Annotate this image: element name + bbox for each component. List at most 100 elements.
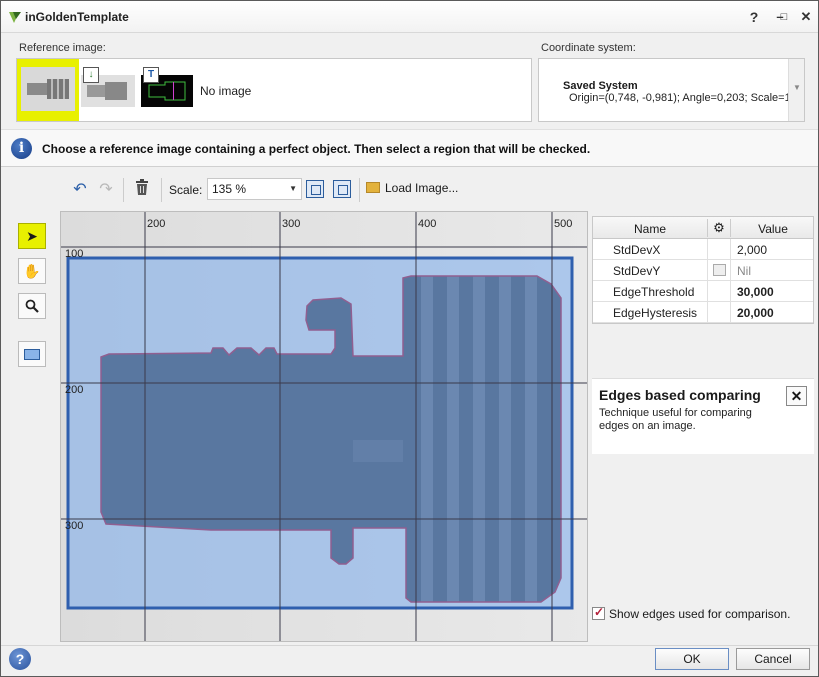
coordinate-dropdown-button[interactable]: ▼	[788, 59, 804, 121]
footer-divider	[1, 645, 818, 646]
ok-button[interactable]: OK	[655, 648, 729, 670]
property-grid: Name ⚙ Value StdDevX 2,000 StdDevY Nil E…	[592, 216, 814, 324]
scale-value: 135 %	[212, 182, 247, 196]
rectangle-tool-button[interactable]	[18, 341, 46, 367]
table-row[interactable]: EdgeThreshold 30,000	[593, 281, 813, 302]
close-window-button[interactable]: ✕	[795, 7, 817, 27]
property-value[interactable]: Nil	[737, 264, 751, 278]
coordinate-system-detail: Origin=(0,748, -0,981); Angle=0,203; Sca…	[569, 92, 791, 104]
reference-thumbnail-3[interactable]: T	[141, 59, 193, 121]
ruler-y-label: 200	[65, 384, 83, 396]
help-icon: ?	[15, 651, 25, 667]
maximize-icon: □	[780, 11, 788, 23]
show-edges-checkbox[interactable]: Show edges used for comparison.	[592, 605, 791, 621]
close-icon: ✕	[790, 388, 803, 404]
folder-icon	[366, 182, 380, 193]
selection-region[interactable]	[66, 256, 574, 610]
coordinate-system-label: Coordinate system:	[541, 42, 636, 54]
checkbox-checked-icon[interactable]	[592, 605, 605, 620]
zoom-tool-button[interactable]	[18, 293, 46, 319]
toolbar-separator	[123, 178, 124, 202]
load-image-label: Load Image...	[385, 181, 459, 195]
ruler-x-label: 200	[147, 218, 165, 230]
property-check-cell	[707, 239, 731, 259]
load-image-button[interactable]: Load Image...	[366, 181, 458, 195]
image-canvas[interactable]: 200 300 400 500 100 200 300	[60, 211, 588, 642]
zoom-actual-button[interactable]	[333, 180, 351, 198]
app-logo-icon	[9, 12, 21, 23]
zoom-fit-button[interactable]	[306, 180, 324, 198]
info-icon: i	[11, 138, 32, 159]
property-check-cell	[707, 302, 731, 322]
undo-button[interactable]: ↶	[69, 179, 91, 201]
reference-image-panel: ↓ T No image	[16, 58, 532, 122]
ruler-x-label: 500	[554, 218, 572, 230]
cancel-button[interactable]: Cancel	[736, 648, 810, 670]
property-name: StdDevY	[613, 264, 661, 278]
ruler-y-label: 100	[65, 248, 83, 260]
chevron-down-icon: ▼	[793, 83, 801, 92]
column-header-name[interactable]: Name	[593, 222, 707, 236]
property-name: StdDevX	[613, 243, 661, 257]
property-name: EdgeThreshold	[613, 285, 695, 299]
scale-label: Scale:	[169, 183, 203, 197]
info-message: Choose a reference image containing a pe…	[42, 142, 591, 156]
close-icon: ✕	[800, 9, 812, 24]
window-title: inGoldenTemplate	[25, 10, 129, 24]
redo-icon: ↷	[99, 181, 113, 198]
redo-button[interactable]: ↷	[95, 179, 117, 201]
help-button[interactable]: ?	[9, 648, 31, 670]
description-title: Edges based comparing	[599, 387, 761, 403]
trash-icon	[136, 179, 148, 195]
ruler-x-label: 400	[418, 218, 436, 230]
ruler-x-label: 300	[282, 218, 300, 230]
close-description-button[interactable]: ✕	[786, 386, 807, 406]
scale-select[interactable]: 135 % ▼	[207, 178, 302, 200]
dialog-window: inGoldenTemplate ? – □ ✕ Reference image…	[0, 0, 819, 677]
property-name: EdgeHysteresis	[613, 306, 698, 320]
reference-thumbnail-2[interactable]: ↓	[81, 59, 135, 121]
rectangle-icon	[24, 349, 40, 360]
property-value[interactable]: 30,000	[737, 285, 774, 299]
hand-icon: ✋	[23, 263, 41, 279]
chevron-down-icon: ▼	[289, 184, 297, 193]
toolbar-separator	[161, 178, 162, 202]
property-check-cell	[707, 281, 731, 301]
table-row[interactable]: EdgeHysteresis 20,000	[593, 302, 813, 323]
maximize-button[interactable]: □	[773, 7, 795, 27]
property-value[interactable]: 2,000	[737, 243, 767, 257]
coordinate-system-name: Saved System	[563, 80, 638, 92]
pan-tool-button[interactable]: ✋	[18, 258, 46, 284]
reference-thumbnail-1[interactable]	[17, 59, 79, 121]
text-badge-icon: T	[143, 67, 159, 83]
title-bar: inGoldenTemplate ? – □ ✕	[1, 1, 818, 33]
description-panel: Edges based comparing Technique useful f…	[592, 378, 814, 454]
magnifier-icon	[25, 299, 39, 313]
thumbnail-image	[21, 67, 75, 111]
ruler-y-label: 300	[65, 520, 83, 532]
canvas-toolbar: ↶ ↷ Scale: 135 % ▼ Load Image...	[61, 175, 581, 205]
gear-icon[interactable]: ⚙	[707, 219, 731, 237]
reference-image-label: Reference image:	[19, 42, 106, 54]
download-icon: ↓	[83, 67, 99, 83]
property-check-cell	[707, 260, 731, 280]
column-header-value[interactable]: Value	[731, 222, 815, 236]
coordinate-system-panel[interactable]: Saved System Origin=(0,748, -0,981); Ang…	[538, 58, 805, 122]
property-grid-header: Name ⚙ Value	[593, 217, 813, 239]
property-value[interactable]: 20,000	[737, 306, 774, 320]
show-edges-label: Show edges used for comparison.	[609, 607, 791, 621]
no-image-label: No image	[200, 84, 252, 98]
info-bar: i Choose a reference image containing a …	[1, 129, 818, 167]
table-row[interactable]: StdDevX 2,000	[593, 239, 813, 260]
table-row[interactable]: StdDevY Nil	[593, 260, 813, 281]
delete-button[interactable]	[131, 179, 153, 201]
property-checkbox[interactable]	[713, 264, 726, 276]
canvas-graphic: 200 300 400 500 100 200 300	[61, 212, 587, 641]
select-tool-button[interactable]: ➤	[18, 223, 46, 249]
help-title-button[interactable]: ?	[743, 7, 765, 27]
part-thumbnail-graphic	[27, 79, 69, 99]
toolbar-separator	[359, 178, 360, 202]
pointer-icon: ➤	[26, 228, 38, 244]
undo-icon: ↶	[73, 181, 87, 198]
description-text: Technique useful for comparing edges on …	[599, 407, 752, 432]
